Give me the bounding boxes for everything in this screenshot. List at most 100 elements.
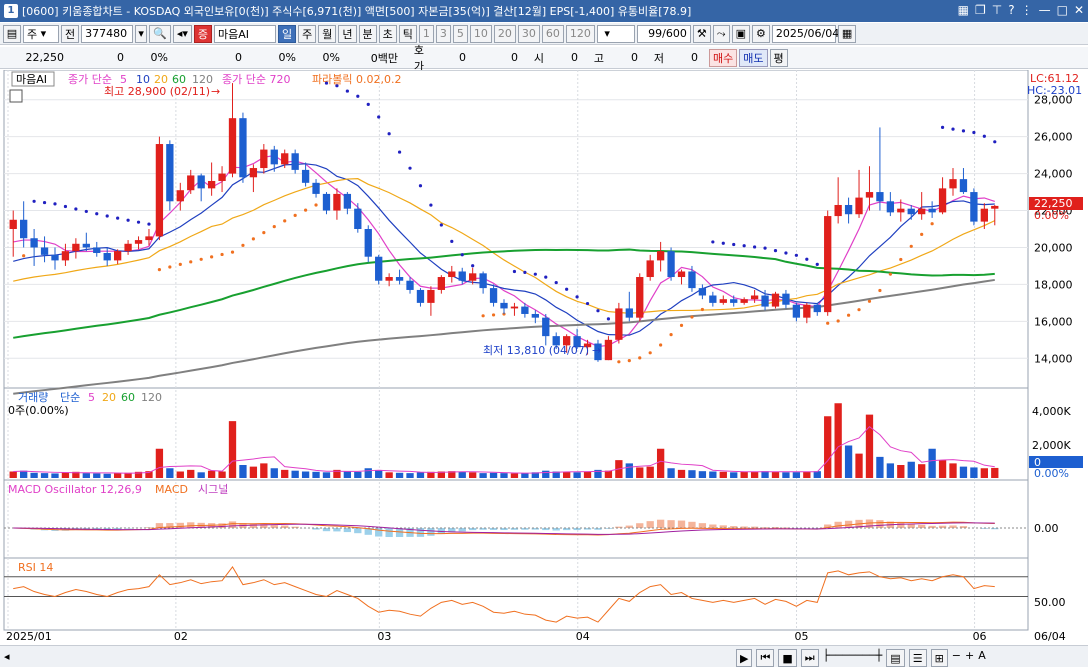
interval-input[interactable]: ▾ [596, 24, 635, 43]
sar-dot [387, 132, 391, 136]
grid-toggle-icon[interactable] [9, 89, 23, 103]
tab-min-60[interactable]: 60 [541, 24, 564, 43]
restore-icon[interactable]: ❐ [975, 3, 986, 17]
candle-body [458, 271, 466, 281]
sell-button[interactable]: 매도 [739, 48, 768, 67]
volume-tick-4000k: 4,000K [1032, 405, 1071, 418]
settings-icon[interactable]: ⋮ [1021, 3, 1033, 17]
candle-body [166, 144, 174, 202]
tab-minute[interactable]: 분 [358, 24, 377, 43]
quote-bar: 22,250 0 0% 0 0% 0% 0백만 호가 0 0 시 0 고 0 저… [0, 44, 1088, 73]
tab-min-1[interactable]: 1 [418, 24, 434, 43]
search-icon[interactable]: 🔍 [149, 24, 171, 43]
macd-osc-bar [907, 523, 915, 528]
tab-min-5[interactable]: 5 [452, 24, 468, 43]
buy-button[interactable]: 매수 [709, 48, 738, 67]
auto-icon[interactable]: A [978, 649, 986, 667]
tab-min-30[interactable]: 30 [517, 24, 540, 43]
sar-dot [481, 314, 485, 318]
volume-bar [479, 473, 487, 478]
tab-second[interactable]: 초 [378, 24, 397, 43]
pin-icon[interactable]: ⊤ [992, 3, 1002, 17]
tab-day[interactable]: 일 [278, 24, 297, 43]
volume-bar [176, 471, 184, 478]
zoom-in-icon[interactable]: + [965, 649, 974, 667]
sar-dot [857, 308, 861, 312]
sar-dot [95, 212, 99, 216]
sar-dot [429, 203, 433, 207]
help-icon[interactable]: ? [1008, 3, 1014, 17]
tab-min-20[interactable]: 20 [493, 24, 516, 43]
close-icon[interactable]: ✕ [1074, 3, 1084, 17]
count-input[interactable]: 99/600 [636, 24, 691, 43]
zoom-out-icon[interactable]: − [952, 649, 961, 667]
volume-bar [385, 472, 393, 478]
play-icon[interactable]: ▶ [736, 649, 753, 667]
x-label: 04 [576, 630, 590, 643]
candle-body [30, 238, 38, 248]
code-input[interactable]: 377480 [81, 24, 134, 43]
candle-body [709, 295, 717, 303]
tool-icon[interactable]: ⚒ [692, 24, 711, 43]
candle-body [750, 295, 759, 300]
scroll-left-icon[interactable]: ◂ [4, 650, 10, 663]
stop-icon[interactable]: ■ [778, 649, 797, 667]
sar-dot [920, 232, 924, 237]
date-input[interactable]: 2025/06/04 [771, 24, 839, 43]
trade-amount: 0백만 [370, 51, 398, 65]
zoom-icon[interactable]: ▤ [886, 649, 905, 667]
x-label: 2025/01 [6, 630, 52, 643]
speaker-icon[interactable]: ◂▾ [172, 24, 192, 43]
maximize-icon[interactable]: □ [1057, 3, 1068, 17]
macd-osc-bar [667, 520, 675, 528]
menu-icon[interactable]: ▤ [3, 24, 21, 43]
tab-week[interactable]: 주 [298, 24, 317, 43]
tab-year[interactable]: 년 [338, 24, 357, 43]
save-icon[interactable]: ▣ [731, 24, 750, 43]
tab-min-120[interactable]: 120 [565, 24, 595, 43]
chart-type-icon[interactable]: ⊞ [930, 649, 948, 667]
sar-dot [136, 220, 141, 224]
stock-chart[interactable]: 28,00026,00024,00022,00020,00018,00016,0… [0, 70, 1088, 645]
candle-body [406, 280, 414, 290]
hoga-value-2: 0 [511, 51, 518, 64]
volume-bar [604, 470, 613, 478]
candle-body [855, 197, 863, 215]
first-icon[interactable]: ⏮ [756, 649, 775, 667]
list-icon[interactable]: ☰ [908, 649, 927, 667]
prev-button[interactable]: 전 [61, 24, 80, 43]
candle-body [521, 306, 529, 314]
candle-body [897, 208, 905, 213]
period-select[interactable]: 주 ▾ [23, 24, 59, 43]
sar-dot [930, 222, 934, 226]
volume-rate: 0% [278, 51, 296, 64]
calendar-icon[interactable]: ▦ [837, 24, 857, 43]
macd-osc-bar [834, 521, 842, 528]
volume-bar [51, 473, 59, 478]
tab-tick[interactable]: 틱 [398, 24, 417, 43]
draw-icon[interactable]: ⤳ [712, 24, 730, 43]
volume-bar [40, 473, 49, 478]
tab-min-10[interactable]: 10 [469, 24, 492, 43]
candle-body [489, 288, 498, 303]
forward-icon[interactable]: ⏭ [800, 649, 819, 667]
volume-bar [886, 463, 895, 478]
window-number: 1 [4, 4, 18, 18]
volume-value-text: 0주(0.00%) [8, 404, 69, 417]
volume-bar [489, 472, 498, 478]
grid-icon[interactable]: ▦ [958, 3, 969, 17]
minimize-icon[interactable]: — [1039, 3, 1051, 17]
gear-icon[interactable]: ⚙ [751, 24, 770, 43]
zoom-slider[interactable]: ├───────┼ [823, 649, 883, 667]
code-dropdown-icon[interactable]: ▾ [135, 24, 148, 43]
sar-dot [251, 237, 255, 241]
scroll-bar[interactable]: ◂ ▶ ⏮ ■ ⏭ ├───────┼ ▤ ☰ ⊞ − + A [0, 645, 1088, 667]
average-button[interactable]: 평 [769, 48, 788, 67]
sar-dot [763, 246, 767, 250]
sar-dot [84, 209, 88, 214]
tab-month[interactable]: 월 [318, 24, 337, 43]
sar-dot [272, 225, 276, 229]
volume-bar [688, 470, 696, 478]
sar-dot [753, 245, 757, 249]
tab-min-3[interactable]: 3 [435, 24, 451, 43]
